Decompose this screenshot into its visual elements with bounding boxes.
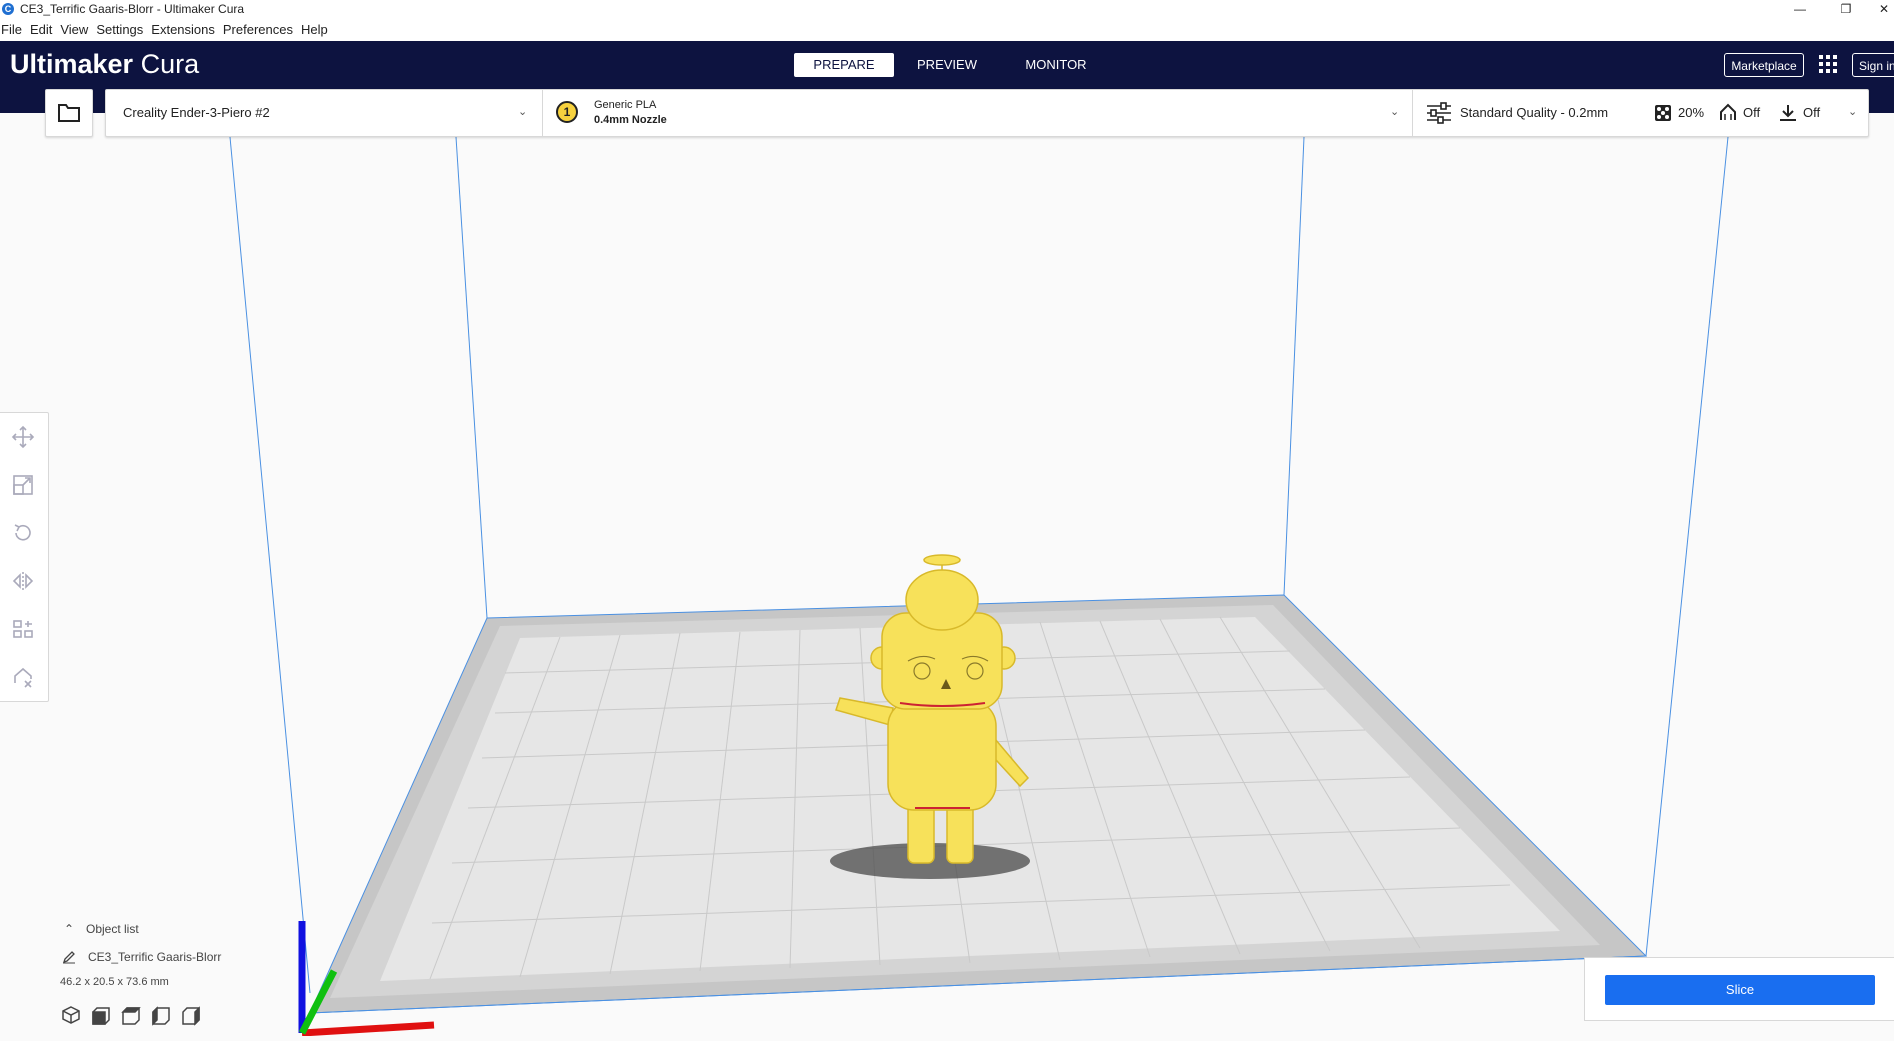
material-selector[interactable]: 1 Generic PLA 0.4mm Nozzle ⌄ — [542, 90, 1413, 136]
tab-prepare[interactable]: PREPARE — [794, 53, 894, 77]
brand-light: Cura — [140, 49, 200, 79]
object-list-toggle[interactable]: Object list — [86, 922, 139, 936]
printer-setup-bar: Creality Ender-3-Piero #2 ⌄ 1 Generic PL… — [105, 89, 1869, 137]
support-blocker-icon — [14, 667, 32, 688]
close-icon[interactable]: ✕ — [1864, 0, 1894, 19]
infill-value: 20% — [1678, 105, 1705, 120]
3d-view-icon[interactable] — [60, 1004, 82, 1026]
adhesion-value: Off — [1803, 105, 1821, 120]
sign-in-button[interactable]: Sign in — [1852, 53, 1894, 77]
menu-file[interactable]: File — [1, 19, 26, 41]
rotate-icon — [14, 524, 31, 541]
per-model-settings-icon — [13, 620, 33, 638]
nozzle-name: 0.4mm Nozzle — [594, 114, 667, 126]
chevron-up-icon[interactable]: ⌃ — [64, 922, 74, 936]
tab-preview[interactable]: PREVIEW — [902, 53, 992, 77]
marketplace-button[interactable]: Marketplace — [1724, 53, 1804, 77]
front-view-icon[interactable] — [90, 1004, 112, 1026]
menu-view[interactable]: View — [60, 19, 92, 41]
window-title: CE3_Terrific Gaaris-Blorr - Ultimaker Cu… — [20, 2, 245, 16]
tab-monitor[interactable]: MONITOR — [1008, 53, 1104, 77]
window-titlebar: C CE3_Terrific Gaaris-Blorr - Ultimaker … — [0, 0, 1894, 19]
apps-grid-icon[interactable] — [1819, 55, 1839, 75]
build-volume-scene[interactable] — [0, 113, 1894, 1037]
menu-extensions[interactable]: Extensions — [151, 19, 219, 41]
top-view-icon[interactable] — [120, 1004, 142, 1026]
printer-name: Creality Ender-3-Piero #2 — [123, 105, 270, 120]
object-name: CE3_Terrific Gaaris-Blorr — [88, 950, 222, 964]
right-view-icon[interactable] — [180, 1004, 202, 1026]
pencil-icon[interactable] — [62, 950, 76, 964]
object-list-panel: ⌃ Object list CE3_Terrific Gaaris-Blorr … — [56, 918, 296, 1030]
tool-panel — [0, 412, 49, 702]
material-name: Generic PLA — [594, 99, 657, 111]
per-model-settings-tool[interactable] — [11, 617, 35, 641]
chevron-down-icon: ⌄ — [1390, 106, 1400, 118]
move-tool[interactable] — [11, 425, 35, 449]
left-view-icon[interactable] — [150, 1004, 172, 1026]
support-blocker-tool[interactable] — [11, 665, 35, 689]
slice-panel: Slice — [1584, 957, 1894, 1021]
printer-selector[interactable]: Creality Ender-3-Piero #2 ⌄ — [106, 90, 543, 136]
extruder-badge-icon: 1 — [556, 101, 578, 123]
cura-app-icon: C — [2, 3, 14, 15]
scale-tool[interactable] — [11, 473, 35, 497]
app-logo: Ultimaker Cura — [10, 49, 199, 80]
move-icon — [11, 425, 35, 449]
brand-bold: Ultimaker — [10, 49, 134, 79]
support-icon — [1720, 103, 1736, 120]
menu-preferences[interactable]: Preferences — [223, 19, 297, 41]
rotate-tool[interactable] — [11, 521, 35, 545]
open-file-button[interactable] — [45, 89, 93, 137]
support-value: Off — [1743, 105, 1761, 120]
scale-icon — [13, 475, 33, 495]
menu-help[interactable]: Help — [301, 19, 332, 41]
mirror-tool[interactable] — [11, 569, 35, 593]
slice-button[interactable]: Slice — [1605, 975, 1875, 1005]
menu-bar: File Edit View Settings Extensions Preference… — [0, 19, 1894, 41]
settings-sliders-icon — [1427, 102, 1451, 124]
restore-icon[interactable]: ❐ — [1826, 0, 1866, 19]
chevron-down-icon: ⌄ — [518, 106, 528, 118]
folder-icon — [58, 104, 80, 122]
3d-viewport[interactable] — [0, 113, 1894, 1037]
quality-profile-label: Standard Quality - 0.2mm — [1460, 105, 1609, 120]
minimize-icon[interactable]: — — [1780, 0, 1820, 19]
mirror-icon — [12, 572, 34, 590]
infill-icon — [1655, 105, 1671, 121]
menu-settings[interactable]: Settings — [96, 19, 147, 41]
chevron-down-icon: ⌄ — [1848, 106, 1858, 118]
adhesion-icon — [1780, 105, 1796, 121]
print-settings-selector[interactable]: Standard Quality - 0.2mm 20% Off Off ⌄ — [1412, 90, 1870, 136]
menu-edit[interactable]: Edit — [30, 19, 56, 41]
object-dimensions: 46.2 x 20.5 x 73.6 mm — [60, 976, 169, 988]
